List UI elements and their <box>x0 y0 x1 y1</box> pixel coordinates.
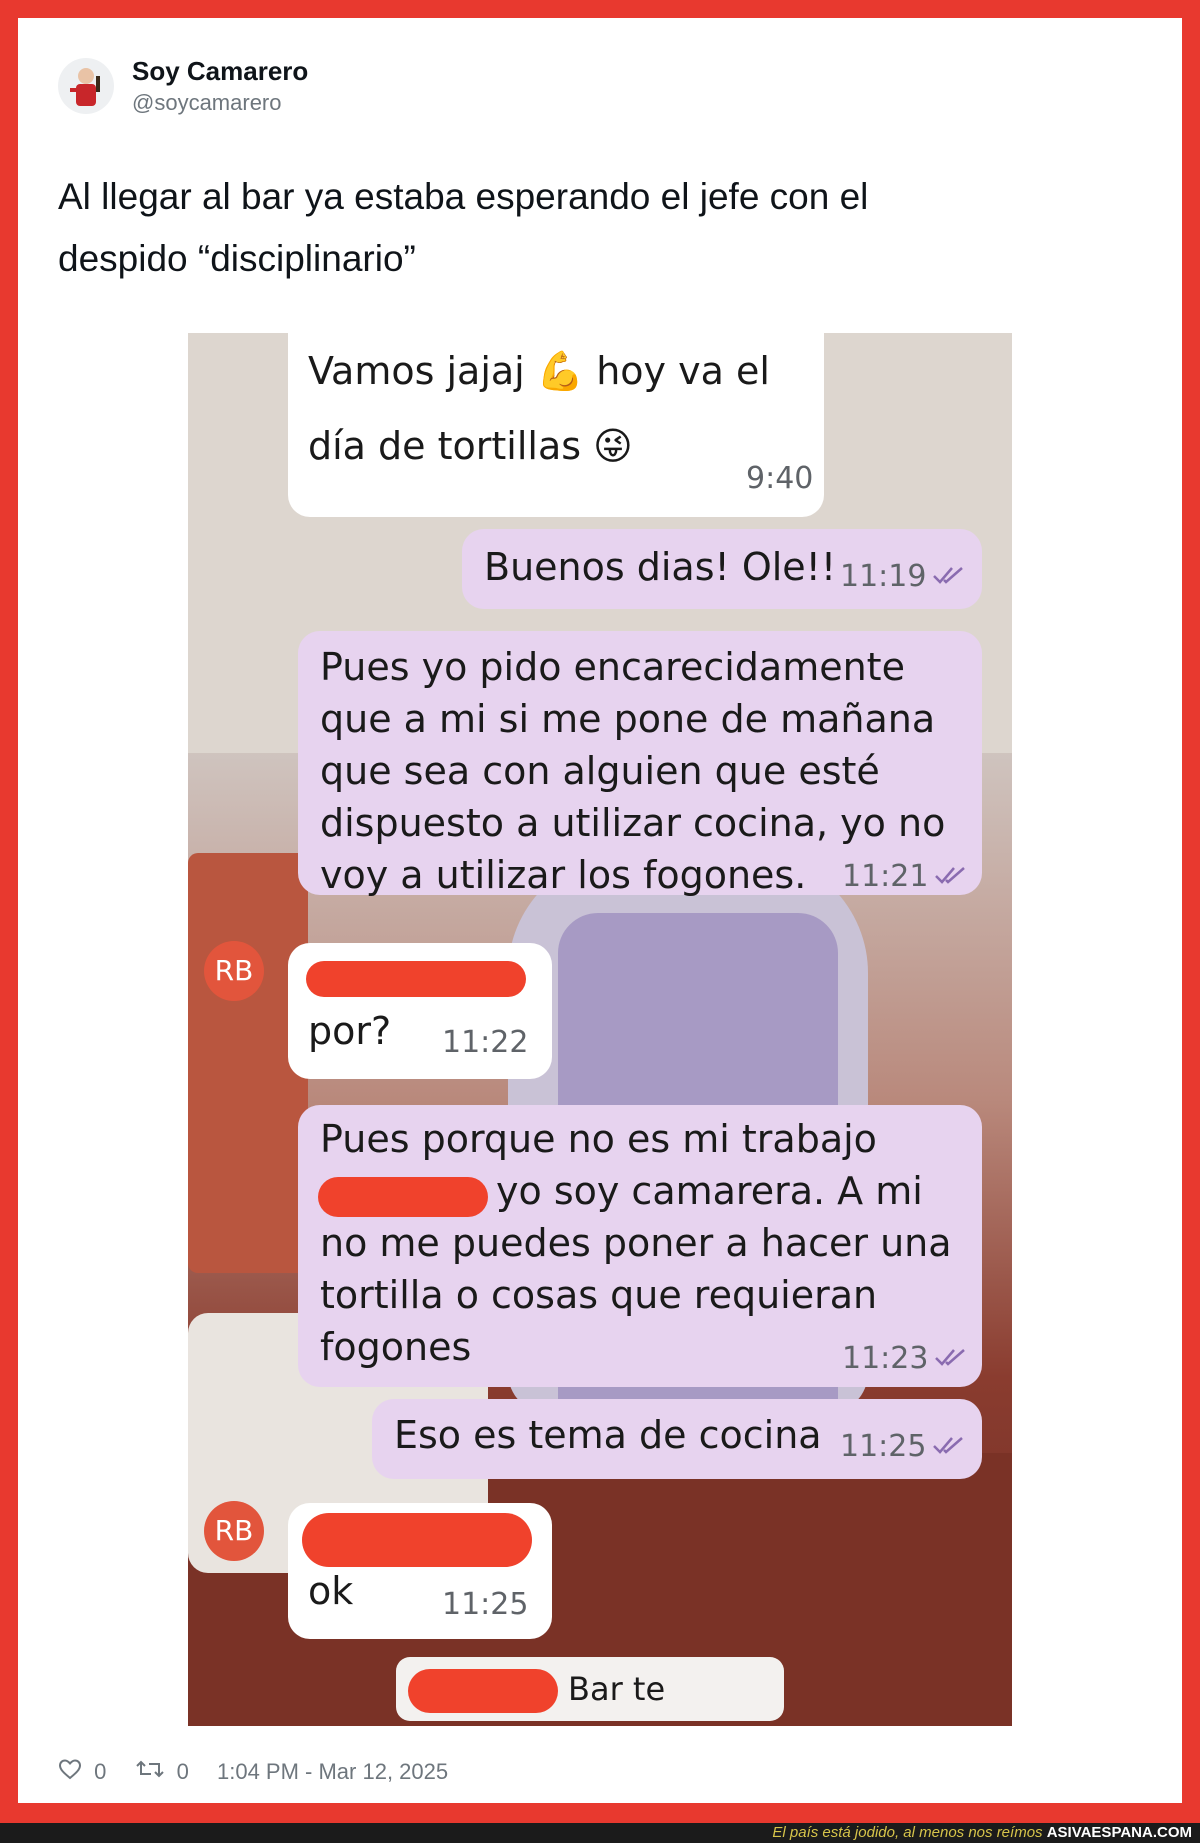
contact-avatar: RB <box>204 941 264 1001</box>
chat-bubble-outgoing: Eso es tema de cocina 11:25 <box>372 1399 982 1479</box>
retweet-count: 0 <box>176 1759 189 1785</box>
watermark-tagline: El país está jodido, al menos nos reímos <box>772 1824 1043 1841</box>
tweet-card: Soy Camarero @soycamarero Al llegar al b… <box>18 18 1182 1803</box>
message-text: Pues yo pido encarecidamente <box>320 645 905 689</box>
system-notice-text: Bar te eliminó. <box>568 1670 695 1726</box>
message-time: 11:25 <box>840 1429 927 1464</box>
message-text: Pues porque no es mi trabajo <box>320 1117 877 1161</box>
message-time: 11:25 <box>442 1587 529 1622</box>
tweet-text: Al llegar al bar ya estaba esperando el … <box>58 166 1138 290</box>
redaction-scribble <box>302 1513 532 1567</box>
user-display-name[interactable]: Soy Camarero <box>132 56 308 87</box>
message-text: día de tortillas 😜 <box>308 424 633 468</box>
message-text: yo soy camarera. A mi <box>496 1169 923 1213</box>
message-text: voy a utilizar los fogones. <box>320 853 807 897</box>
contact-avatar: RB <box>204 1501 264 1561</box>
message-time: 11:22 <box>442 1025 529 1060</box>
message-text: no me puedes poner a hacer una <box>320 1221 952 1265</box>
like-button[interactable] <box>58 1758 82 1786</box>
watermark-bar: El país está jodido, al menos nos reímos… <box>0 1823 1200 1843</box>
message-time: 11:19 <box>840 559 927 594</box>
system-notice: Bar te eliminó. <box>396 1657 784 1726</box>
message-text: Vamos jajaj 💪 hoy va el <box>308 349 770 393</box>
chat-bubble-incoming: Vamos jajaj 💪 hoy va el día de tortillas… <box>288 333 824 517</box>
user-handle[interactable]: @soycamarero <box>132 90 282 116</box>
message-time: 11:23 <box>842 1341 929 1376</box>
message-time: 9:40 <box>746 461 814 496</box>
message-text: Eso es tema de cocina <box>394 1413 822 1457</box>
message-text: fogones <box>320 1325 472 1369</box>
chat-bubble-outgoing: Buenos dias! Ole!! 11:19 <box>462 529 982 609</box>
tweet-text-line: despido “disciplinario” <box>58 238 416 279</box>
tweet-text-line: Al llegar al bar ya estaba esperando el … <box>58 176 869 217</box>
retweet-button[interactable] <box>135 1758 165 1786</box>
message-text: Buenos dias! Ole!! <box>484 545 837 589</box>
watermark-site[interactable]: ASIVAESPANA.COM <box>1047 1824 1192 1841</box>
tweet-footer: 0 0 1:04 PM - Mar 12, 2025 <box>58 1758 448 1786</box>
tweet-image-chat-screenshot[interactable]: Vamos jajaj 💪 hoy va el día de tortillas… <box>188 333 1012 1726</box>
message-text: dispuesto a utilizar cocina, yo no <box>320 801 946 845</box>
redaction-scribble <box>318 1177 488 1217</box>
redaction-scribble <box>408 1669 558 1713</box>
read-receipt-icon <box>935 867 965 884</box>
message-text: ok <box>308 1569 354 1613</box>
tweet-timestamp[interactable]: 1:04 PM - Mar 12, 2025 <box>217 1759 448 1785</box>
chat-bubble-outgoing: Pues yo pido encarecidamente que a mi si… <box>298 631 982 897</box>
read-receipt-icon <box>933 1437 963 1454</box>
message-text: que sea con alguien que esté <box>320 749 880 793</box>
read-receipt-icon <box>935 1349 965 1366</box>
message-text: por? <box>308 1009 392 1053</box>
retweet-icon <box>135 1760 164 1778</box>
chat-bubble-incoming: ok 11:25 <box>288 1503 552 1639</box>
message-text: tortilla o cosas que requieran <box>320 1273 878 1317</box>
redaction-scribble <box>306 961 526 997</box>
read-receipt-icon <box>933 567 963 584</box>
watermark-text: El país está jodido, al menos nos reímos… <box>772 1823 1192 1843</box>
user-avatar[interactable] <box>58 58 114 114</box>
like-count: 0 <box>94 1759 107 1785</box>
chat-bubble-outgoing: Pues porque no es mi trabajo yo soy cama… <box>298 1105 982 1387</box>
message-text: que a mi si me pone de mañana <box>320 697 936 741</box>
heart-icon <box>58 1759 82 1780</box>
chat-bubble-incoming: por? 11:22 <box>288 943 552 1079</box>
message-time: 11:21 <box>842 859 929 894</box>
